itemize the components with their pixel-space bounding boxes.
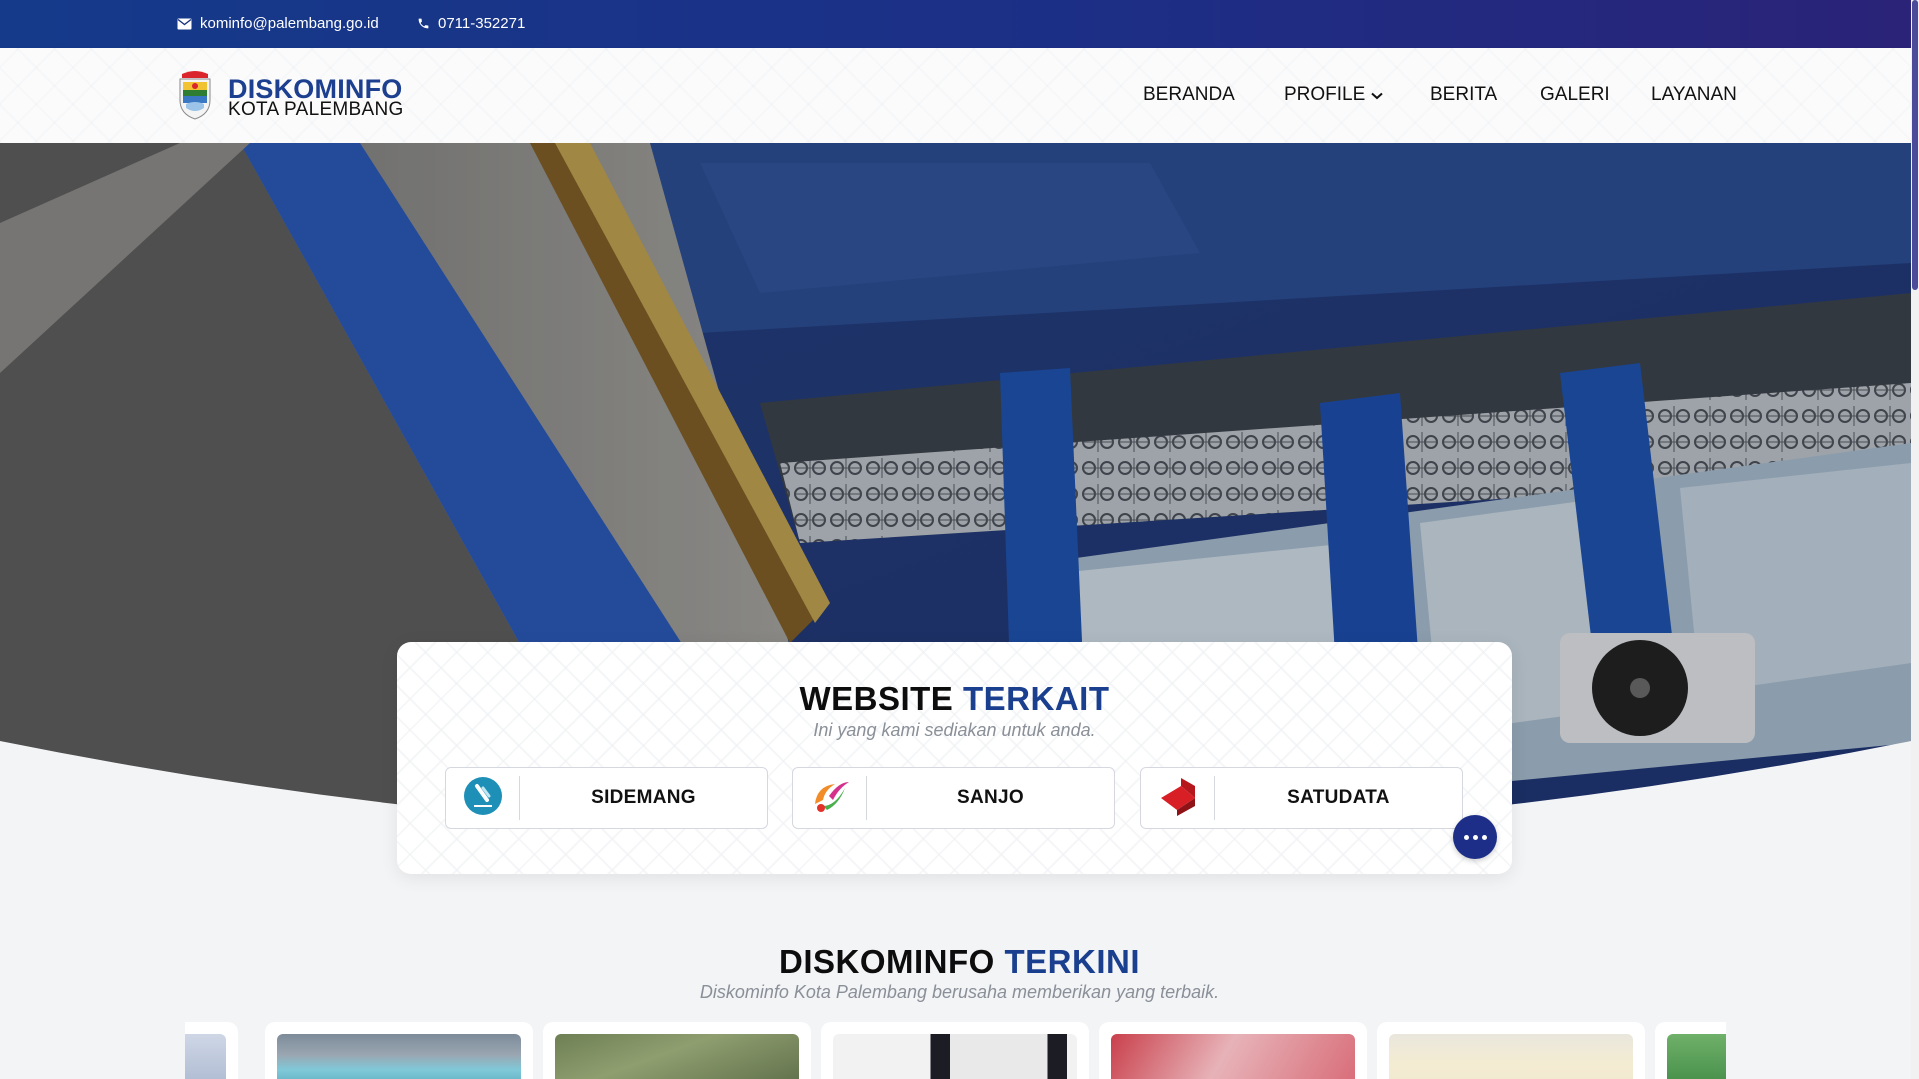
site-button-sanjo[interactable]: SANJO <box>792 767 1115 829</box>
site-header: DISKOMINFO KOTA PALEMBANG BERANDA PROFIL… <box>0 48 1911 143</box>
nav-galeri[interactable]: GALERI <box>1540 84 1610 106</box>
site-button-sidemang[interactable]: SIDEMANG <box>445 767 768 829</box>
sidemang-logo-icon <box>463 776 503 821</box>
nav-label: GALERI <box>1540 84 1610 105</box>
nav-label: BERANDA <box>1143 84 1235 105</box>
news-card[interactable] <box>1099 1022 1367 1079</box>
nav-beranda[interactable]: BERANDA <box>1143 84 1235 106</box>
palembang-city-emblem <box>176 70 214 125</box>
chevron-down-icon <box>1371 84 1383 106</box>
more-dots-icon[interactable] <box>1453 815 1497 859</box>
related-websites-title: WEBSITE TERKAIT <box>397 680 1512 718</box>
phone-icon <box>417 17 430 30</box>
nav-berita[interactable]: BERITA <box>1430 84 1497 106</box>
news-thumbnail <box>277 1034 521 1079</box>
site-logo[interactable]: DISKOMINFO KOTA PALEMBANG <box>176 70 404 125</box>
title-part-b: TERKAIT <box>963 680 1110 717</box>
news-thumbnail <box>1667 1034 1726 1079</box>
news-card[interactable] <box>185 1022 238 1079</box>
news-section-title: DISKOMINFO TERKINI <box>0 943 1919 981</box>
logo-title: DISKOMINFO <box>228 73 403 104</box>
title-part-a: DISKOMINFO <box>779 943 995 980</box>
envelope-icon <box>177 18 192 30</box>
sanjo-logo-icon <box>809 776 851 821</box>
news-carousel[interactable] <box>185 1022 1726 1079</box>
news-thumbnail <box>833 1034 1077 1079</box>
news-card[interactable] <box>821 1022 1089 1079</box>
site-label: SANJO <box>957 787 1024 808</box>
news-thumbnail <box>1111 1034 1355 1079</box>
news-card[interactable] <box>1377 1022 1645 1079</box>
news-card[interactable] <box>1655 1022 1726 1079</box>
phone-contact[interactable]: 0711-352271 <box>417 15 525 32</box>
satudata-logo-icon <box>1157 776 1199 821</box>
nav-label: LAYANAN <box>1651 84 1737 105</box>
nav-profile[interactable]: PROFILE <box>1284 84 1383 106</box>
related-websites-subtitle: Ini yang kami sediakan untuk anda. <box>813 720 1096 740</box>
phone-text: 0711-352271 <box>438 15 526 32</box>
related-websites-card: WEBSITE TERKAIT Ini yang kami sediakan u… <box>397 642 1512 874</box>
logo-subtitle: KOTA PALEMBANG <box>228 98 404 120</box>
top-contact-bar: kominfo@palembang.go.id 0711-352271 <box>0 0 1911 48</box>
scrollbar-thumb[interactable] <box>1912 0 1918 290</box>
email-contact[interactable]: kominfo@palembang.go.id <box>177 15 379 32</box>
site-label: SIDEMANG <box>591 787 696 808</box>
nav-layanan[interactable]: LAYANAN <box>1651 84 1737 106</box>
news-card[interactable] <box>265 1022 533 1079</box>
news-card[interactable] <box>543 1022 811 1079</box>
site-button-satudata[interactable]: SATUDATA <box>1140 767 1463 829</box>
nav-label: PROFILE <box>1284 84 1366 105</box>
title-part-a: WEBSITE <box>799 680 954 717</box>
news-thumbnail <box>555 1034 799 1079</box>
news-thumbnail <box>185 1034 226 1079</box>
nav-label: BERITA <box>1430 84 1498 105</box>
title-part-b: TERKINI <box>1004 943 1140 980</box>
news-section-subtitle: Diskominfo Kota Palembang berusaha membe… <box>699 982 1220 1002</box>
news-thumbnail <box>1389 1034 1633 1079</box>
site-label: SATUDATA <box>1287 787 1390 808</box>
page-scrollbar[interactable] <box>1911 0 1919 1079</box>
email-text: kominfo@palembang.go.id <box>200 15 379 32</box>
